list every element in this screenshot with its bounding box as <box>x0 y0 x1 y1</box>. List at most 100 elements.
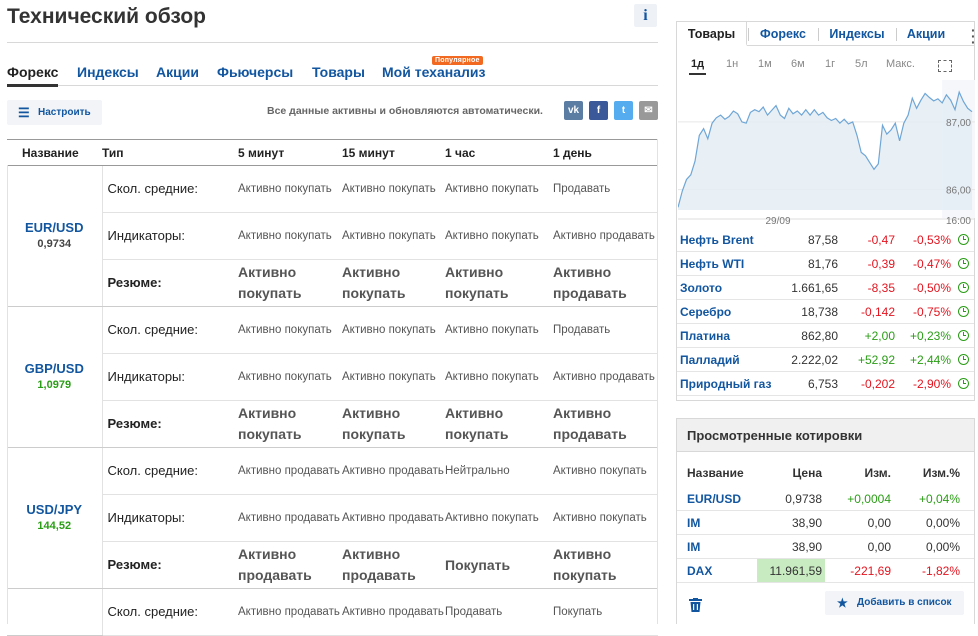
quote-change-pct: +0,23% <box>909 329 951 343</box>
configure-button[interactable]: ☰ Настроить <box>7 100 102 125</box>
pair-link[interactable]: GBP/USD <box>25 361 84 376</box>
viewed-row: EUR/USD 0,9738 +0,0004 +0,04% <box>677 487 974 511</box>
signal-cell: Продавать <box>553 306 658 354</box>
tab-5[interactable]: Мой теханализ <box>382 64 485 80</box>
trash-icon[interactable] <box>689 598 702 612</box>
quote-price: 862,80 <box>801 329 838 343</box>
price-chart[interactable]: 87,00 86,00 29/09 16:00 <box>677 80 975 227</box>
quote-price: 1.661,65 <box>791 281 838 295</box>
add-to-watchlist-button[interactable]: ★ Добавить в список <box>825 591 964 615</box>
twitter-icon[interactable]: t <box>614 101 633 120</box>
quote-name[interactable]: Золото <box>680 281 722 295</box>
viewed-row: IM 38,90 0,00 0,00% <box>677 511 974 535</box>
signal-cell: Активно покупать <box>342 353 445 401</box>
widget-tabs: Товары Форекс Индексы Акции <box>677 22 974 46</box>
column-header: 1 день <box>553 139 658 166</box>
table-row: Скол. средние: Активно продавать Активно п… <box>7 588 658 636</box>
table-row: Резюме: Активно покупать Активно покупать А… <box>7 259 658 307</box>
period-option[interactable]: 6м <box>791 58 805 70</box>
clock-icon <box>958 258 969 269</box>
signal-cell: Активно продавать <box>238 494 342 542</box>
signal-cell: Активно покупать <box>238 212 342 260</box>
period-option[interactable]: 1н <box>726 58 738 70</box>
tab-4[interactable]: Товары <box>312 64 365 80</box>
tab-2[interactable]: Акции <box>156 64 199 80</box>
tab-1[interactable]: Индексы <box>77 64 139 80</box>
widget-tab-3[interactable]: Акции <box>896 22 956 46</box>
widget-tab-0[interactable]: Товары <box>677 22 747 46</box>
signal-cell: Активно покупать <box>445 259 553 307</box>
vk-icon[interactable]: vk <box>564 101 583 120</box>
pair-price: 144,52 <box>37 520 72 532</box>
signal-cell: Покупать <box>445 541 553 589</box>
tab-separator <box>818 28 819 41</box>
facebook-icon[interactable]: f <box>589 101 608 120</box>
quote-change-pct: -0,53% <box>912 233 951 247</box>
clock-icon <box>958 306 969 317</box>
x-tick-label: 29/09 <box>765 216 790 225</box>
signal-cell: Активно продавать <box>238 541 342 589</box>
auto-update-note: Все данные активны и обновляются автомат… <box>267 105 543 117</box>
y-tick-label: 87,00 <box>946 118 971 129</box>
more-options-icon[interactable]: · · · <box>971 23 976 49</box>
viewed-name[interactable]: IM <box>687 516 700 530</box>
viewed-change: +0,0004 <box>847 492 891 506</box>
tab-0[interactable]: Форекс <box>7 64 59 87</box>
viewed-price: 38,90 <box>791 540 822 554</box>
sliders-icon: ☰ <box>18 105 30 120</box>
table-border-left <box>7 165 8 624</box>
expand-chart-icon[interactable] <box>938 60 952 72</box>
signal-cell: Активно продавать <box>342 541 445 589</box>
signal-cell: Активно продавать <box>342 447 445 495</box>
table-row: Резюме: Активно покупать Активно покупать А… <box>7 400 658 448</box>
signal-cell: Активно покупать <box>238 165 342 213</box>
column-header: 15 минут <box>342 139 445 166</box>
indicator-type: Скол. средние: <box>102 447 238 495</box>
column-header: Название <box>7 139 102 166</box>
tab-3[interactable]: Фьючерсы <box>217 64 293 80</box>
clock-icon <box>958 354 969 365</box>
signal-cell: Покупать <box>553 588 658 636</box>
quote-price: 18,738 <box>801 305 838 319</box>
quote-name[interactable]: Серебро <box>680 305 731 319</box>
period-option[interactable]: 1г <box>825 58 835 70</box>
quote-row: Платина 862,80 +2,00 +0,23% <box>677 324 974 348</box>
pair-link[interactable]: EUR/USD <box>25 220 84 235</box>
table-row: GBP/USD 1,0979 Скол. средние: Активно покуп… <box>7 306 658 448</box>
pair-link[interactable]: USD/JPY <box>26 502 82 517</box>
period-option[interactable]: 1м <box>758 58 772 70</box>
tab-bar: Форекс Индексы Акции Фьючерсы Товары Мой теха… <box>7 62 658 87</box>
quote-name[interactable]: Палладий <box>680 353 740 367</box>
signal-cell: Активно продавать <box>342 588 445 636</box>
viewed-name[interactable]: DAX <box>687 564 712 578</box>
widget-tab-1[interactable]: Форекс <box>748 22 818 46</box>
quote-name[interactable]: Нефть WTI <box>680 257 744 271</box>
signal-cell: Активно покупать <box>445 306 553 354</box>
viewed-header-row: Название Цена Изм. Изм.% <box>677 461 974 485</box>
column-header: Название <box>687 466 744 480</box>
quote-change: -0,142 <box>860 305 895 319</box>
period-option[interactable]: Макс. <box>886 58 915 70</box>
viewed-name[interactable]: EUR/USD <box>687 492 741 506</box>
quote-name[interactable]: Платина <box>680 329 730 343</box>
signal-cell: Активно покупать <box>342 165 445 213</box>
quote-row: Нефть WTI 81,76 -0,39 -0,47% <box>677 252 974 276</box>
signal-cell: Активно покупать <box>445 165 553 213</box>
quote-name[interactable]: Нефть Brent <box>680 233 754 247</box>
viewed-name[interactable]: IM <box>687 540 700 554</box>
indicator-type: Скол. средние: <box>102 165 238 213</box>
quote-name[interactable]: Природный газ <box>680 377 771 391</box>
indicator-type: Индикаторы: <box>102 353 238 401</box>
signal-cell: Активно покупать <box>553 447 658 495</box>
period-option[interactable]: 1д <box>688 58 707 75</box>
email-icon[interactable]: ✉ <box>639 101 658 120</box>
quote-row: Серебро 18,738 -0,142 -0,75% <box>677 300 974 324</box>
pair-cell: GBP/USD 1,0979 <box>7 306 103 448</box>
viewed-quotes-panel: Просмотренные котировки Название Цена Изм.… <box>676 418 975 624</box>
signal-cell: Нейтрально <box>445 447 553 495</box>
widget-tab-2[interactable]: Индексы <box>818 22 896 46</box>
clock-icon <box>958 378 969 389</box>
info-icon[interactable]: i <box>634 4 657 27</box>
table-header-row: Название Тип 5 минут 15 минут 1 час 1 день <box>7 139 658 166</box>
period-option[interactable]: 5л <box>855 58 868 70</box>
